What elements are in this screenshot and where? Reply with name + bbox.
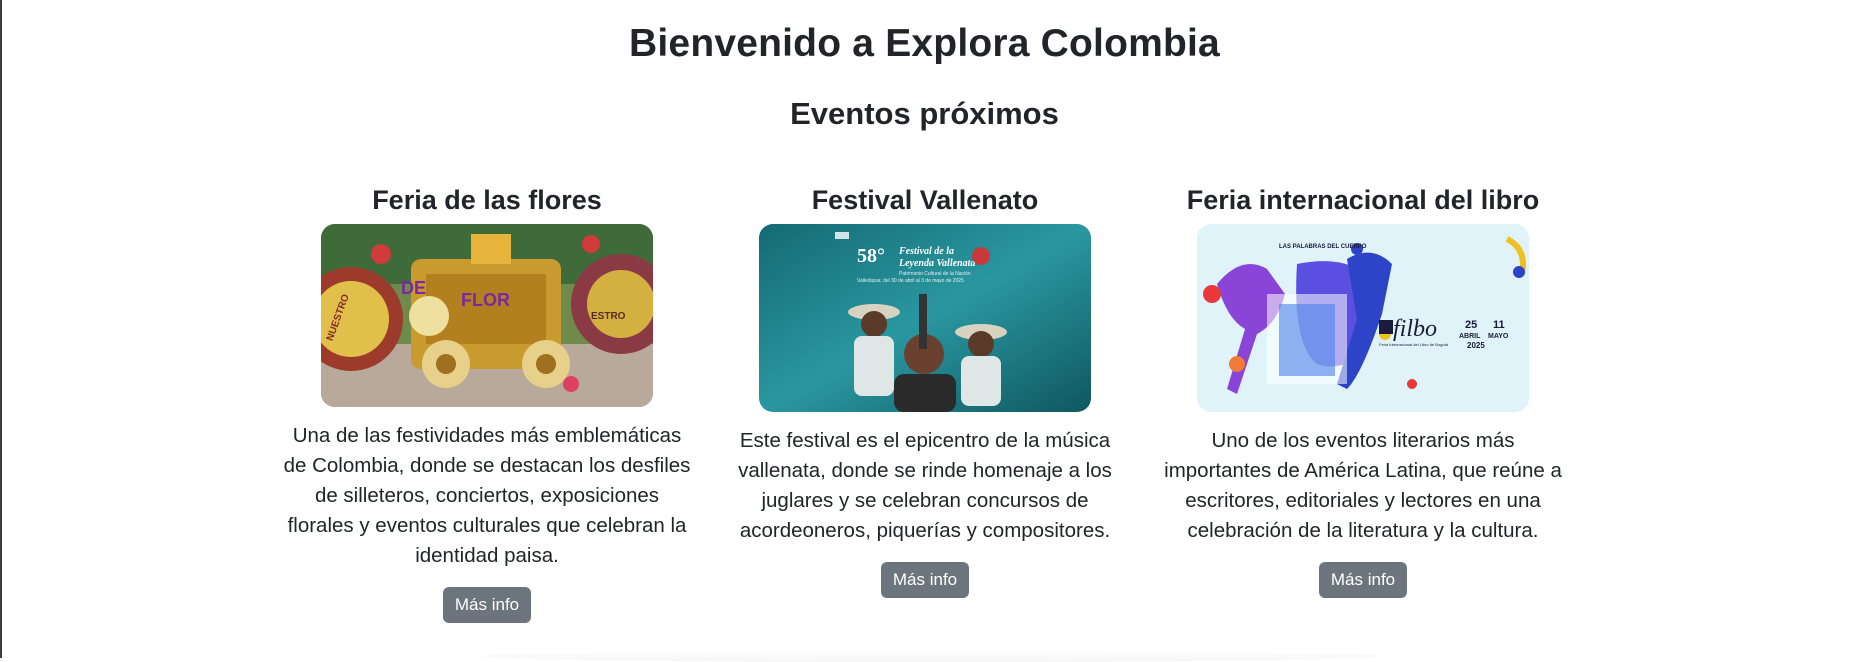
section-title: Eventos próximos [790,96,1059,131]
filbo-image-text: Feria Internacional del Libro de Bogotá [1379,342,1449,347]
filbo-image-text: MAYO [1488,333,1509,340]
event-description: Uno de los eventos literarios más import… [1164,429,1562,542]
filbo-image-text: 11 [1493,319,1505,331]
mas-info-button-feria-libro[interactable]: Más info [1318,562,1408,598]
event-card-feria-flores: Feria de las flores DE FLOR NUESTRO ESTR… [272,180,702,623]
footer-shadow [480,650,1380,662]
filbo-image-text: 25 [1465,319,1477,331]
mas-info-button-festival-vallenato[interactable]: Más info [880,562,970,598]
event-image-festival-vallenato[interactable]: 58° Festival de la Leyenda Vallenata Pat… [759,224,1091,412]
event-description: Una de las festividades más emblemáticas… [283,424,691,567]
flores-image-text: DE [401,278,426,298]
event-title: Festival Vallenato [811,185,1039,215]
event-title: Feria de las flores [372,185,602,215]
event-card-feria-libro: Feria internacional del libro LAS PALABR… [1148,180,1578,598]
mas-info-button-feria-flores[interactable]: Más info [442,587,532,623]
filbo-image-text: LAS PALABRAS DEL CUERPO [1279,244,1367,250]
vallenato-image-text: 58° [857,245,885,267]
event-image-feria-libro[interactable]: LAS PALABRAS DEL CUERPO filbo Feria Inte… [1197,224,1529,412]
filbo-image-text: 2025 [1467,341,1485,350]
flores-image-text: FLOR [461,290,510,310]
event-description: Este festival es el epicentro de la músi… [738,429,1112,542]
event-title: Feria internacional del libro [1186,185,1540,215]
vallenato-image-text: Leyenda Vallenata [898,258,975,269]
page-title: Bienvenido a Explora Colombia [629,22,1220,65]
filbo-logo-text: filbo [1393,316,1437,342]
flores-image-text: ESTRO [591,311,626,322]
vallenato-image-text: Patrimonio Cultural de la Nación [899,271,971,277]
filbo-image-text: ABRIL [1459,333,1481,340]
event-card-festival-vallenato: Festival Vallenato 58° Festival de la Le… [710,180,1140,598]
vallenato-image-text: Festival de la [898,246,954,257]
vallenato-image-text: Valledupar, del 30 de abril al 3 de mayo… [857,278,964,284]
event-image-feria-flores[interactable]: DE FLOR NUESTRO ESTRO [321,224,653,407]
